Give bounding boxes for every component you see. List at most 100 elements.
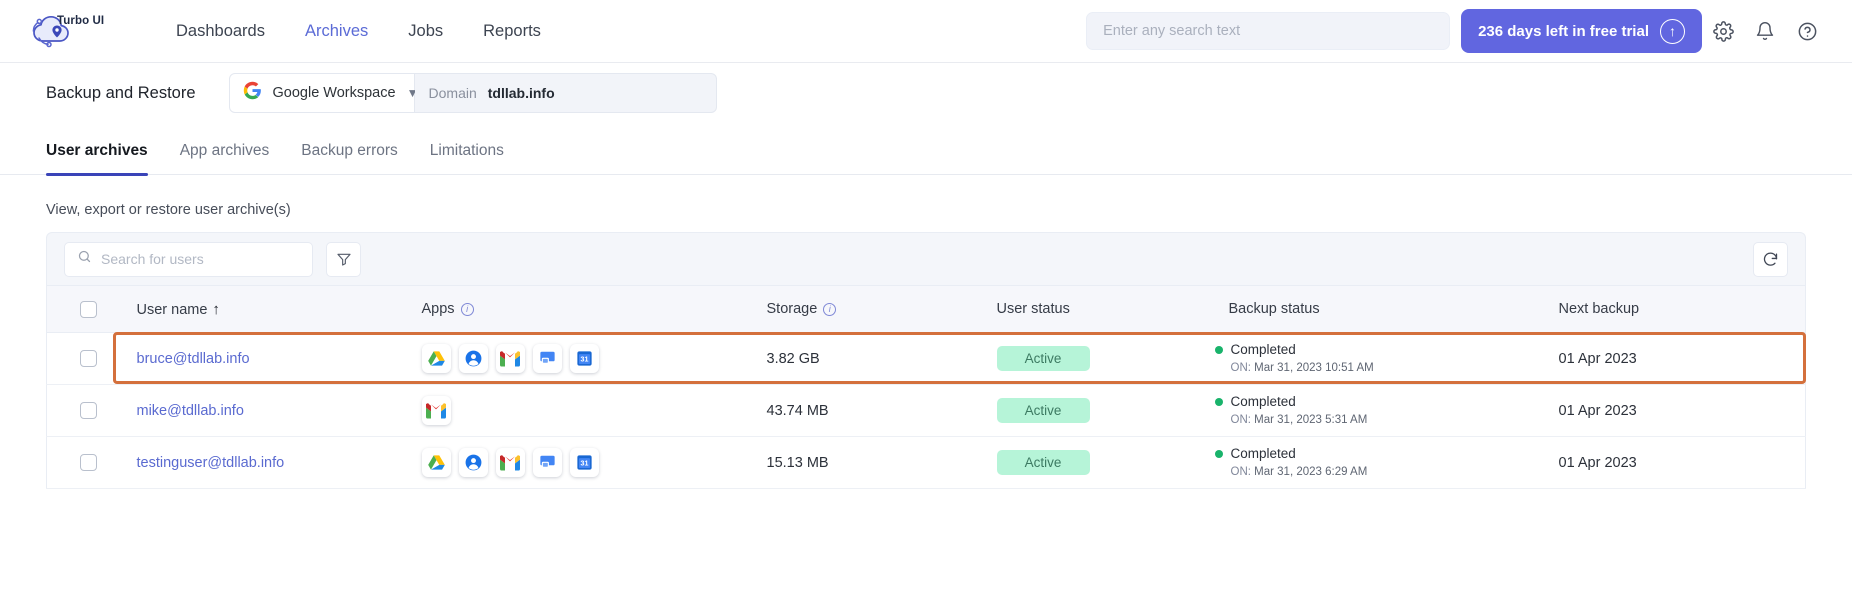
refresh-icon	[1763, 252, 1778, 266]
workspace-selector[interactable]: Google Workspace ▼	[228, 73, 418, 113]
google-calendar-icon[interactable]: 31	[569, 344, 599, 373]
settings-button[interactable]	[1702, 10, 1744, 52]
user-email-link[interactable]: testinguser@tdllab.info	[137, 455, 285, 471]
th-select-all	[46, 285, 115, 333]
backup-on-value: Mar 31, 2023 5:31 AM	[1254, 413, 1368, 426]
th-user-status-label: User status	[996, 301, 1070, 317]
google-calendar-icon[interactable]: 31	[569, 448, 599, 477]
global-search-input[interactable]	[1103, 23, 1434, 39]
row-next-backup-cell: 01 Apr 2023	[1536, 436, 1806, 489]
th-next-backup-label: Next backup	[1558, 301, 1640, 317]
search-icon	[77, 249, 92, 269]
storage-value: 3.82 GB	[766, 350, 820, 367]
google-drive-icon[interactable]	[421, 344, 451, 373]
row-apps-cell: 31	[399, 332, 745, 385]
th-storage-label: Storage	[766, 301, 818, 317]
tab-backup-errors[interactable]: Backup errors	[285, 142, 413, 174]
google-chat-icon[interactable]	[532, 448, 562, 477]
table-row[interactable]: mike@tdllab.info 43.74 MB Active Complet…	[46, 384, 1806, 437]
next-backup-value: 01 Apr 2023	[1558, 454, 1637, 471]
domain-display: Domain tdllab.info	[414, 73, 717, 113]
backup-status-label: Completed	[1230, 341, 1296, 357]
row-user-cell: bruce@tdllab.info	[114, 332, 400, 385]
row-checkbox[interactable]	[80, 350, 97, 367]
row-apps-cell	[399, 384, 745, 437]
google-drive-icon[interactable]	[421, 448, 451, 477]
status-badge: Active	[996, 346, 1090, 371]
brand-logo-block[interactable]: Turbo UI	[27, 14, 132, 48]
tab-limitations[interactable]: Limitations	[414, 142, 520, 174]
row-user-cell: testinguser@tdllab.info	[114, 436, 400, 489]
table-header-row: User name ↑ Apps i Storage i User status…	[46, 285, 1806, 333]
gmail-icon[interactable]	[421, 396, 451, 425]
row-select-cell	[46, 436, 115, 489]
filter-funnel-icon	[336, 253, 351, 266]
top-navigation-bar: Turbo UI Dashboards Archives Jobs Report…	[0, 0, 1852, 63]
google-contacts-icon[interactable]	[458, 344, 488, 373]
row-backup-status-cell: Completed ON: Mar 31, 2023 10:51 AM	[1206, 332, 1537, 385]
nav-item-jobs[interactable]: Jobs	[388, 14, 463, 49]
user-email-link[interactable]: bruce@tdllab.info	[137, 351, 250, 367]
select-all-checkbox[interactable]	[80, 300, 97, 318]
filter-button[interactable]	[326, 241, 361, 277]
table-toolbar	[46, 232, 1806, 285]
backup-on-key: ON:	[1230, 361, 1251, 374]
google-contacts-icon[interactable]	[458, 448, 488, 477]
table-body: bruce@tdllab.info 31 3.82 GB Active Comp…	[46, 332, 1806, 489]
gear-icon	[1712, 20, 1734, 42]
question-circle-icon	[1798, 22, 1816, 40]
row-checkbox[interactable]	[80, 454, 97, 471]
th-user-name[interactable]: User name ↑	[114, 285, 400, 333]
gmail-icon[interactable]	[495, 344, 525, 373]
user-search-box[interactable]	[64, 241, 313, 277]
help-button[interactable]	[1786, 10, 1828, 52]
nav-item-reports[interactable]: Reports	[463, 14, 561, 49]
info-circle-icon[interactable]: i	[823, 302, 837, 316]
nav-item-archives[interactable]: Archives	[285, 14, 388, 49]
next-backup-value: 01 Apr 2023	[1558, 402, 1637, 419]
row-apps-cell: 31	[399, 436, 745, 489]
brand-name-label: Turbo UI	[57, 15, 105, 27]
tab-user-archives[interactable]: User archives	[46, 142, 164, 176]
status-badge: Active	[996, 398, 1090, 423]
google-chat-icon[interactable]	[532, 344, 562, 373]
notifications-button[interactable]	[1744, 10, 1786, 52]
gmail-icon[interactable]	[495, 448, 525, 477]
backup-status-label: Completed	[1230, 393, 1296, 409]
th-backup-status: Backup status	[1206, 285, 1537, 333]
row-backup-status-cell: Completed ON: Mar 31, 2023 5:31 AM	[1206, 384, 1537, 437]
row-storage-cell: 3.82 GB	[744, 332, 975, 385]
th-apps-label: Apps	[421, 301, 455, 317]
row-user-cell: mike@tdllab.info	[114, 384, 400, 437]
backup-on-key: ON:	[1230, 413, 1251, 426]
backup-on-value: Mar 31, 2023 6:29 AM	[1254, 465, 1368, 478]
arrow-up-icon[interactable]: ↑	[212, 301, 220, 318]
row-storage-cell: 15.13 MB	[744, 436, 975, 489]
storage-value: 43.74 MB	[766, 402, 829, 419]
google-g-icon	[243, 81, 262, 105]
upgrade-arrow-up-icon[interactable]: ↑	[1660, 18, 1685, 44]
row-checkbox[interactable]	[80, 402, 97, 419]
storage-value: 15.13 MB	[766, 454, 829, 471]
global-search-box[interactable]	[1086, 12, 1451, 50]
table-row[interactable]: testinguser@tdllab.info 31 15.13 MB Acti…	[46, 436, 1806, 489]
free-trial-label: 236 days left in free trial	[1478, 22, 1649, 40]
section-caption: View, export or restore user archive(s)	[46, 202, 291, 218]
refresh-button[interactable]	[1753, 241, 1788, 277]
th-storage: Storage i	[744, 285, 975, 333]
row-select-cell	[46, 384, 115, 437]
th-next-backup: Next backup	[1536, 285, 1806, 333]
nav-item-dashboards[interactable]: Dashboards	[156, 14, 285, 49]
svg-text:31: 31	[580, 356, 588, 364]
user-email-link[interactable]: mike@tdllab.info	[137, 403, 244, 419]
table-row[interactable]: bruce@tdllab.info 31 3.82 GB Active Comp…	[46, 332, 1806, 385]
free-trial-badge[interactable]: 236 days left in free trial ↑	[1461, 9, 1702, 53]
user-search-input[interactable]	[101, 251, 300, 267]
th-user-status: User status	[974, 285, 1207, 333]
info-circle-icon[interactable]: i	[460, 302, 474, 316]
th-user-name-label: User name	[136, 301, 208, 318]
backup-on-key: ON:	[1230, 465, 1251, 478]
main-content: View, export or restore user archive(s)	[0, 202, 1852, 489]
th-apps: Apps i	[399, 285, 745, 333]
tab-app-archives[interactable]: App archives	[164, 142, 286, 174]
